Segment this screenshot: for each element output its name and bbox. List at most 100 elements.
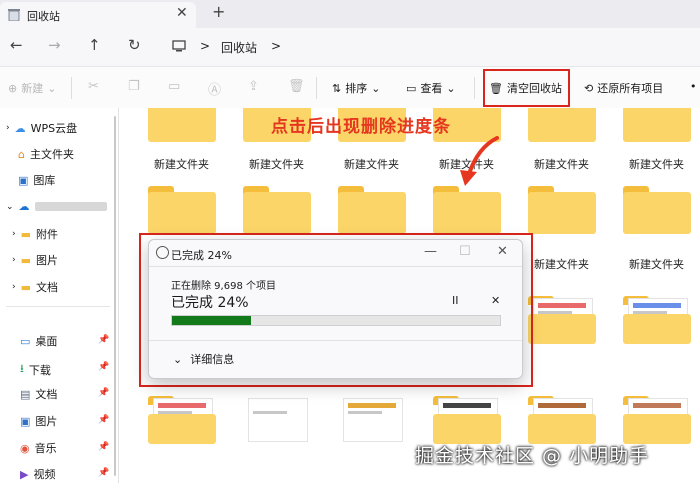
pin-icon[interactable]: 📌 — [98, 362, 109, 372]
refresh-icon[interactable]: ↻ — [128, 36, 141, 54]
pause-button[interactable]: II — [452, 294, 459, 307]
sidebar-item-home[interactable]: ⌂ 主文件夹 — [18, 146, 74, 162]
sidebar-item-downloads[interactable]: ⭳ 下载 — [20, 360, 51, 379]
close-icon[interactable]: ✕ — [497, 244, 508, 259]
breadcrumb[interactable]: 回收站 — [221, 39, 257, 56]
tab-recycle-bin[interactable]: 回收站 ✕ — [0, 2, 196, 28]
more-details-button[interactable]: ⌄ 详细信息 — [173, 351, 234, 367]
navigation-bar: ← → ↑ ↻ > 回收站 > — [0, 28, 700, 66]
paste-icon[interactable]: ▭ — [168, 79, 180, 94]
folder-item[interactable] — [528, 108, 596, 142]
plus-icon: ⊕ — [8, 81, 18, 95]
more-options-icon[interactable]: • — [690, 80, 697, 93]
pin-icon[interactable]: 📌 — [98, 415, 109, 425]
title-bar: 回收站 ✕ + — [0, 0, 700, 28]
document-icon: ▤ — [20, 387, 31, 401]
pin-icon[interactable]: 📌 — [98, 335, 109, 345]
sidebar-item-label: 图片 — [35, 415, 58, 428]
folder-item[interactable] — [623, 186, 691, 234]
divider — [474, 77, 475, 99]
folder-label: 新建文件夹 — [154, 158, 209, 171]
annotation-arrow-icon — [460, 136, 499, 186]
view-button[interactable]: ▭ 查看 ⌄ — [406, 80, 456, 96]
pin-icon[interactable]: 📌 — [98, 442, 109, 452]
gallery-icon: ▣ — [18, 173, 29, 187]
sidebar-item-desktop[interactable]: ▭ 桌面 — [20, 333, 57, 349]
new-tab-button[interactable]: + — [212, 2, 225, 21]
folder-item[interactable] — [243, 186, 311, 234]
minimize-icon[interactable]: — — [424, 244, 437, 259]
command-toolbar: ⊕ 新建 ⌄ ✂ ❐ ▭ Ⓐ ⇪ 🗑 ⇅ 排序 ⌄ ▭ 查看 ⌄ 🗑 清空回收站… — [0, 66, 700, 110]
cut-icon[interactable]: ✂ — [88, 79, 99, 94]
path-separator[interactable]: > — [200, 39, 210, 53]
folder-item[interactable] — [433, 186, 501, 234]
maximize-icon[interactable]: ☐ — [459, 244, 471, 259]
folder-item[interactable] — [148, 186, 216, 234]
folder-label: 新建文件夹 — [534, 158, 589, 171]
computer-icon[interactable] — [172, 40, 186, 52]
progress-percent-text: 已完成 24% — [171, 295, 249, 311]
rename-icon[interactable]: Ⓐ — [208, 79, 221, 98]
folder-item[interactable] — [528, 396, 596, 444]
sidebar-item-pictures[interactable]: ▣ 图片 — [20, 413, 57, 429]
copy-icon[interactable]: ❐ — [128, 79, 140, 94]
chevron-down-icon: ⌄ — [47, 81, 57, 95]
sidebar-item-videos[interactable]: ▶ 视频 — [20, 466, 55, 482]
sidebar-item-attachments[interactable]: › ▬ 附件 — [12, 226, 58, 242]
sidebar-scrollbar[interactable] — [114, 116, 116, 476]
divider — [316, 77, 317, 99]
view-icon: ▭ — [406, 81, 417, 95]
file-item[interactable] — [243, 396, 311, 444]
pin-icon[interactable]: 📌 — [98, 468, 109, 478]
cancel-button[interactable]: ✕ — [491, 294, 500, 307]
pin-icon[interactable]: 📌 — [98, 388, 109, 398]
sidebar-item-label: 主文件夹 — [29, 148, 74, 161]
view-label: 查看 — [420, 82, 443, 95]
up-icon[interactable]: ↑ — [88, 36, 101, 54]
folder-item[interactable] — [528, 296, 596, 344]
sidebar-item-label: WPS云盘 — [30, 122, 78, 135]
sidebar-item-onedrive[interactable]: ⌄ ☁ — [6, 200, 107, 213]
more-details-label: 详细信息 — [190, 353, 235, 366]
folder-item[interactable] — [338, 186, 406, 234]
sidebar-item-pictures-folder[interactable]: › ▬ 图片 — [12, 252, 58, 268]
chevron-down-icon: ⌄ — [6, 201, 14, 212]
breadcrumb-chevron[interactable]: > — [271, 39, 281, 53]
folder-item[interactable] — [528, 186, 596, 234]
cloud-icon: ☁ — [14, 121, 26, 135]
chevron-down-icon: ⌄ — [371, 81, 381, 95]
sidebar-item-documents[interactable]: ▤ 文档 — [20, 386, 57, 402]
annotation-text: 点击后出现删除进度条 — [271, 117, 451, 137]
forward-icon[interactable]: → — [48, 36, 61, 54]
new-button[interactable]: ⊕ 新建 ⌄ — [8, 80, 56, 96]
sidebar-item-label: 图片 — [36, 254, 59, 267]
sidebar-item-label: 音乐 — [34, 442, 57, 455]
folder-item[interactable] — [433, 396, 501, 444]
sidebar-item-documents-folder[interactable]: › ▬ 文档 — [12, 279, 58, 295]
folder-item[interactable] — [623, 396, 691, 444]
folder-item[interactable] — [148, 108, 216, 142]
sort-button[interactable]: ⇅ 排序 ⌄ — [332, 80, 380, 96]
restore-icon: ⟲ — [584, 81, 594, 95]
sidebar-item-label: 视频 — [33, 468, 56, 481]
sidebar-item-gallery[interactable]: ▣ 图库 — [18, 172, 55, 188]
folder-icon: ▬ — [20, 253, 32, 267]
delete-icon[interactable]: 🗑 — [288, 79, 305, 94]
folder-item[interactable] — [623, 296, 691, 344]
restore-all-button[interactable]: ⟲ 还原所有项目 — [584, 80, 663, 96]
back-icon[interactable]: ← — [10, 36, 23, 54]
sort-label: 排序 — [345, 82, 368, 95]
folder-icon: ▬ — [20, 280, 32, 294]
tab-title: 回收站 — [27, 10, 60, 23]
share-icon[interactable]: ⇪ — [248, 79, 259, 94]
sidebar-item-music[interactable]: ◉ 音乐 — [20, 440, 57, 456]
folder-item[interactable] — [148, 396, 216, 444]
file-item[interactable] — [338, 396, 406, 444]
chevron-right-icon: › — [12, 229, 16, 239]
progress-bar-fill — [172, 316, 251, 325]
close-tab-icon[interactable]: ✕ — [176, 5, 188, 21]
folder-item[interactable] — [623, 108, 691, 142]
folder-label: 新建文件夹 — [249, 158, 304, 171]
sidebar-item-wps-cloud[interactable]: › ☁ WPS云盘 — [6, 120, 77, 136]
watermark-text: 掘金技术社区 @ 小明助手 — [415, 445, 650, 467]
